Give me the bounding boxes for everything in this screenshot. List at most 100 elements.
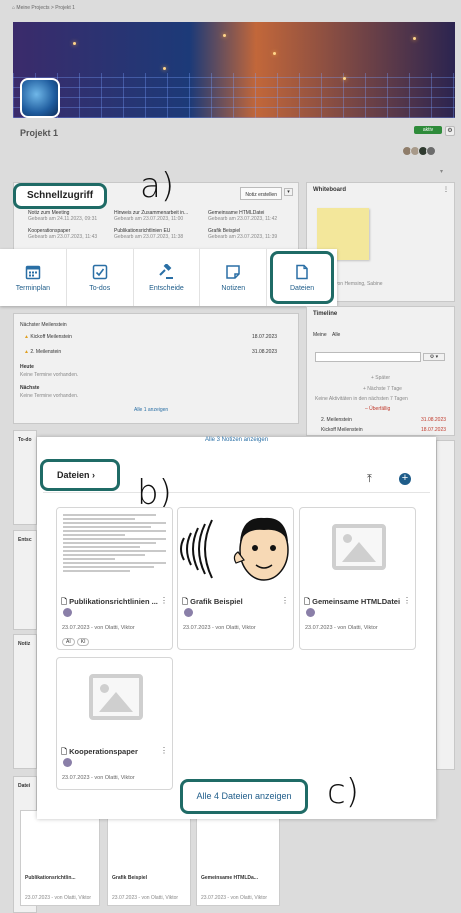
kebab-icon[interactable]: ⋮: [443, 186, 449, 193]
filter-icon[interactable]: ⚙ ▾: [423, 353, 445, 361]
timeline-date: 31.08.2023: [421, 417, 447, 423]
tile-notizen[interactable]: Notizen: [200, 249, 268, 306]
avatar: [184, 608, 193, 617]
files-widget: Alle 3 Notizen anzeigen Dateien › b) ⤒ +…: [37, 437, 436, 819]
file-card[interactable]: 🗋 Grafik Beispiel ⋮ 23.07.2023 - von Ola…: [177, 507, 294, 650]
tile-label: Terminplan: [15, 284, 51, 292]
show-all-files-link[interactable]: Alle 4 Dateien anzeigen: [180, 779, 308, 814]
todos-panel: To-do: [13, 430, 37, 525]
file-icon: 🗋: [182, 597, 189, 606]
member-avatars[interactable]: [402, 146, 436, 158]
whiteboard-caption: von Hemsing, Sabine: [335, 281, 383, 287]
home-icon[interactable]: ⌂: [12, 5, 15, 11]
timeline-none: Keine Aktivitäten in den nächsten 7 Tage…: [315, 396, 408, 402]
warning-icon: ▲: [24, 349, 29, 355]
file-name[interactable]: 🗋 Gemeinsame HTMLDatei: [304, 596, 408, 609]
breadcrumb: ⌂ Meine Projects > Projekt 1: [12, 5, 75, 11]
tile-label: Dateien: [290, 284, 315, 292]
next-empty: Keine Termine vorhanden.: [20, 393, 79, 399]
gavel-icon: [159, 263, 174, 279]
new-note-button[interactable]: Notiz erstellen: [240, 187, 282, 200]
list-item[interactable]: Notiz zum Meeting Gebearb am 24.11.2023, …: [28, 210, 118, 222]
quick-access-title: Schnellzugriff: [13, 183, 107, 209]
document-thumbnail: [57, 508, 172, 590]
next-milestone-label: Nächster Meilenstein: [20, 322, 67, 328]
tile-label: To-dos: [89, 284, 111, 292]
calendar-icon: [25, 265, 41, 279]
bg-file-card[interactable]: Gemeinsame HTMLDa... 23.07.2023 - von Ol…: [196, 810, 280, 906]
annotation-a: a): [140, 166, 175, 206]
image-placeholder-icon: [300, 508, 415, 590]
file-card[interactable]: 🗋 Kooperationspaper ⋮ 23.07.2023 - von O…: [56, 657, 173, 790]
file-icon: 🗋: [61, 597, 68, 606]
kebab-icon[interactable]: ⋮: [403, 596, 411, 605]
milestone-row[interactable]: ▲ 2. Meilenstein: [24, 349, 61, 355]
file-name[interactable]: 🗋 Publikationsrichtlinien ...: [61, 596, 165, 609]
file-name[interactable]: 🗋 Grafik Beispiel: [182, 596, 286, 609]
tile-todos[interactable]: To-dos: [67, 249, 134, 306]
timeline-overdue[interactable]: – Überfällig: [365, 406, 390, 412]
checkbox-icon: [92, 264, 107, 279]
today-label: Heute: [20, 364, 34, 370]
chevron-down-icon[interactable]: ▾: [284, 188, 293, 196]
file-meta: 23.07.2023 - von Olatti, Viktor: [62, 775, 135, 781]
status-badge: aktiv: [414, 126, 442, 134]
tile-entscheide[interactable]: Entscheide: [134, 249, 201, 306]
chevron-right-icon: ›: [92, 470, 96, 480]
annotation-c: c): [327, 772, 359, 812]
right-column-bg: [436, 440, 455, 770]
breadcrumb-root[interactable]: Meine Projects: [16, 5, 49, 11]
image-thumbnail: [178, 508, 293, 590]
show-all-link[interactable]: Alle 1 anzeigen: [134, 407, 168, 413]
milestone-date: 31.08.2023: [252, 349, 278, 355]
notes-panel: Notiz: [13, 634, 37, 769]
kebab-icon[interactable]: ⋮: [160, 596, 168, 605]
tile-dateien[interactable]: Dateien: [267, 249, 337, 306]
decisions-panel: Entsc: [13, 530, 37, 630]
avatar[interactable]: [426, 146, 436, 156]
avatar: [306, 608, 315, 617]
image-placeholder-icon: [57, 658, 172, 740]
bg-file-card[interactable]: Grafik Beispiel 23.07.2023 - von Olatti,…: [107, 810, 191, 906]
list-item[interactable]: Publikationsrichtlinien EU Gebearb am 23.…: [114, 228, 204, 240]
tag[interactable]: KI: [76, 638, 90, 646]
project-logo: [20, 78, 60, 118]
file-name[interactable]: 🗋 Kooperationspaper: [61, 746, 165, 759]
warning-icon: ▲: [24, 334, 29, 340]
tag[interactable]: AI: [62, 638, 75, 646]
settings-icon[interactable]: ⚙: [445, 126, 455, 136]
filter-select[interactable]: [315, 352, 421, 362]
show-all-notes-link[interactable]: Alle 3 Notizen anzeigen: [205, 437, 268, 443]
bg-file-card[interactable]: Publikationsrichtlin... 23.07.2023 - von…: [20, 810, 100, 906]
today-empty: Keine Termine vorhanden.: [20, 372, 79, 378]
file-card[interactable]: 🗋 Publikationsrichtlinien ... ⋮ 23.07.20…: [56, 507, 173, 650]
tile-label: Entscheide: [149, 284, 184, 292]
tab-meine[interactable]: Meine: [313, 332, 327, 338]
file-meta: 23.07.2023 - von Olatti, Viktor: [305, 625, 378, 631]
files-header-link[interactable]: Dateien ›: [40, 459, 120, 491]
schedule-panel: Nächster Meilenstein ▲ Kickoff Meilenste…: [13, 313, 299, 424]
timeline-title: Timeline: [313, 311, 338, 317]
dropdown-icon[interactable]: ▾: [440, 168, 443, 175]
kebab-icon[interactable]: ⋮: [160, 746, 168, 755]
timeline-row[interactable]: Kickoff Meilenstein: [321, 427, 363, 433]
kebab-icon[interactable]: ⋮: [281, 596, 289, 605]
list-item[interactable]: Gemeinsame HTMLDatei Gebearb am 23.07.202…: [208, 210, 298, 222]
list-item[interactable]: Kooperationspaper Gebearb am 23.07.2023, …: [28, 228, 118, 240]
next-label: Nächste: [20, 385, 40, 391]
list-item[interactable]: Hinweis zur Zusammenarbeit in... Gebearb …: [114, 210, 204, 222]
timeline-row[interactable]: 2. Meilenstein: [321, 417, 352, 423]
add-file-icon[interactable]: +: [399, 473, 411, 485]
tab-alle[interactable]: Alle: [332, 332, 340, 338]
upload-icon[interactable]: ⤒: [367, 473, 372, 486]
timeline-earlier[interactable]: + Später: [371, 375, 390, 381]
tag-list: AI KI: [62, 636, 91, 646]
project-banner: [13, 22, 455, 118]
milestone-row[interactable]: ▲ Kickoff Meilenstein: [24, 334, 72, 340]
timeline-next-days[interactable]: + Nächste 7 Tage: [363, 386, 402, 392]
tile-terminplan[interactable]: Terminplan: [0, 249, 67, 306]
file-card[interactable]: 🗋 Gemeinsame HTMLDatei ⋮ 23.07.2023 - vo…: [299, 507, 416, 650]
list-item[interactable]: Grafik Beispiel Gebearb am 23.07.2023, 11…: [208, 228, 298, 240]
page-title: Projekt 1: [20, 128, 59, 138]
tile-label: Notizen: [221, 284, 246, 292]
